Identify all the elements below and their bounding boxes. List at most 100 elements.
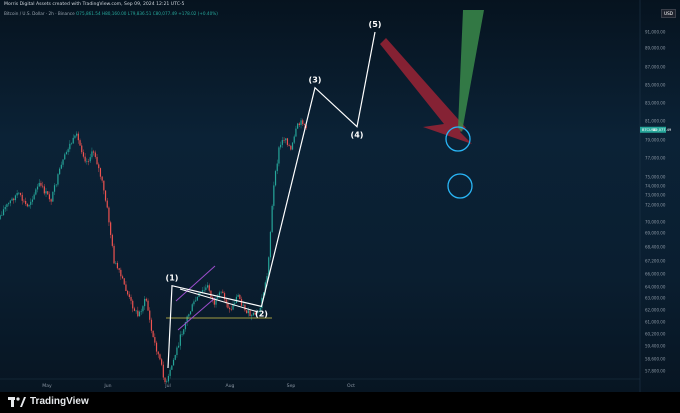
candle-body — [113, 245, 115, 264]
price-tag-value: 80,077.49 — [653, 128, 672, 132]
tradingview-brand[interactable]: TradingView — [8, 396, 89, 407]
candle-body — [234, 303, 236, 305]
candle-body — [8, 203, 10, 205]
current-price-tag: BTCUSD 80,077.49 — [640, 126, 672, 133]
price-tick-label: 83,000.00 — [645, 101, 666, 106]
candle-body — [110, 222, 112, 235]
candle-body — [103, 180, 105, 191]
candle-body — [13, 198, 15, 201]
candle-body — [42, 185, 44, 187]
candle-body — [115, 262, 117, 264]
candle-body — [2, 209, 5, 216]
candle-body — [273, 185, 275, 206]
candle-body — [60, 164, 62, 169]
candle-body — [288, 144, 290, 146]
price-tick-label: 69,000.00 — [645, 231, 666, 236]
price-tick-label: 57,800.00 — [645, 369, 666, 374]
candle-body — [93, 151, 95, 153]
price-tick-label: 75,000.00 — [645, 175, 666, 180]
ohlc-values: O75,861.54 H80,160.00 L79,836.51 C80,077… — [76, 11, 218, 16]
candle-body — [9, 200, 11, 204]
candle-body — [31, 199, 34, 202]
candle-body — [6, 204, 8, 207]
candle-body — [297, 123, 299, 129]
candle-body — [111, 234, 113, 246]
candle-body — [89, 157, 91, 162]
price-tick-label: 62,000.00 — [645, 308, 666, 313]
candle-body — [14, 195, 17, 201]
candle-body — [229, 307, 231, 310]
price-tick-label: 58,600.00 — [645, 357, 666, 362]
candle-body — [218, 292, 221, 296]
candle-body — [67, 149, 69, 153]
candle-body — [144, 298, 146, 307]
flag-lower-line — [177, 297, 216, 331]
candle-body — [45, 191, 47, 194]
candle-body — [274, 171, 277, 186]
candle-body — [166, 381, 168, 383]
candle-body — [43, 186, 45, 194]
candle-body — [16, 193, 18, 196]
candle-body — [94, 152, 96, 157]
candle-body — [152, 330, 154, 338]
candle-body — [206, 285, 209, 288]
candle-body — [96, 156, 98, 165]
candle-body — [174, 355, 176, 360]
candle-body — [70, 143, 73, 145]
price-tick-label: 66,000.00 — [645, 272, 666, 277]
time-tick-label: Aug — [226, 383, 235, 389]
candle-body — [125, 284, 127, 291]
price-tick-label: 72,000.00 — [645, 203, 666, 208]
candle-body — [18, 192, 20, 194]
candle-body — [116, 262, 119, 269]
candle-body — [4, 206, 6, 210]
candle-body — [246, 310, 248, 314]
candle-body — [65, 152, 68, 155]
price-tick-label: 81,000.00 — [645, 119, 666, 124]
candle-body — [178, 345, 180, 348]
candle-body — [247, 310, 249, 314]
price-tick-label: 68,400.00 — [645, 245, 666, 250]
chart-frame: 91,000.00 89,000.00 87,000.00 85,000.00 83,0… — [0, 0, 680, 413]
candle-body — [237, 294, 239, 297]
candle-body — [64, 154, 66, 160]
candle-body — [104, 190, 107, 201]
candle-body — [179, 334, 181, 346]
time-tick-label: May — [42, 383, 52, 389]
candle-body — [21, 194, 23, 201]
candle-body — [30, 201, 32, 205]
candle-body — [251, 315, 253, 317]
price-tick-label: 91,000.00 — [645, 30, 666, 35]
symbol-info: Bitcoin / U.S. Dollar · 2h · Binance O75… — [4, 11, 218, 16]
candle-body — [285, 138, 287, 141]
chart-area[interactable]: 91,000.00 89,000.00 87,000.00 85,000.00 83,0… — [0, 0, 680, 392]
candle-body — [280, 144, 282, 148]
candle-body — [208, 285, 210, 291]
candle-body — [302, 120, 304, 124]
candle-body — [81, 145, 83, 153]
candle-body — [86, 161, 88, 162]
wave-label-2: (2) — [255, 309, 268, 318]
candle-body — [87, 161, 90, 162]
candle-body — [57, 174, 59, 185]
candle-body — [159, 354, 161, 360]
candle-body — [84, 156, 86, 162]
candle-body — [52, 191, 54, 202]
currency-button[interactable]: USD — [661, 9, 676, 18]
candle-body — [188, 314, 190, 317]
candle-body — [269, 231, 272, 258]
wave-label-3: (3) — [309, 76, 322, 85]
candle-body — [19, 192, 22, 195]
candle-body — [162, 364, 164, 378]
chart-svg[interactable]: 91,000.00 89,000.00 87,000.00 85,000.00 83,0… — [0, 0, 680, 392]
candle-body — [210, 290, 212, 298]
candle-body — [55, 184, 57, 186]
candle-body — [145, 298, 147, 301]
candle-body — [40, 182, 42, 186]
brand-name: TradingView — [30, 396, 89, 407]
candle-body — [28, 204, 30, 207]
candle-body — [142, 306, 144, 312]
candle-body — [79, 140, 81, 146]
candle-body — [205, 287, 207, 290]
flag-upper-line — [175, 265, 216, 302]
